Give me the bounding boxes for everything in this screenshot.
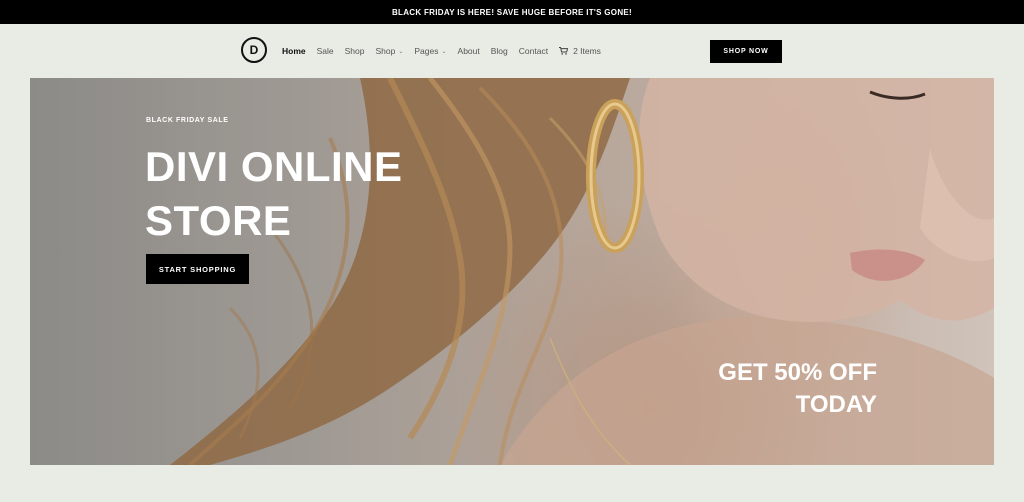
nav-label: Contact: [518, 46, 549, 56]
cart-icon: [559, 47, 569, 55]
nav-label: Shop: [344, 46, 365, 56]
shop-now-button[interactable]: SHOP NOW: [710, 40, 782, 63]
nav-label: Pages: [414, 46, 439, 56]
hero-eyebrow: BLACK FRIDAY SALE: [146, 117, 229, 124]
promo-line-2: TODAY: [795, 391, 877, 418]
hero-title-line-1: DIVI ONLINE: [145, 143, 403, 190]
hero-title: DIVI ONLINE STORE: [145, 140, 465, 248]
hero-banner: BLACK FRIDAY SALE DIVI ONLINE STORE STAR…: [30, 78, 994, 465]
nav-item-pages-dropdown[interactable]: Pages ⌄: [414, 46, 446, 56]
start-shopping-button[interactable]: START SHOPPING: [146, 254, 249, 284]
logo-letter: D: [249, 43, 259, 57]
hero-title-line-2: STORE: [145, 197, 292, 244]
chevron-down-icon: ⌄: [441, 48, 447, 55]
cart-count: 2 Items: [573, 46, 601, 56]
nav-item-blog[interactable]: Blog: [491, 46, 508, 56]
promo-line-1: GET 50% OFF: [718, 359, 877, 386]
nav-label: Blog: [490, 46, 508, 56]
nav-item-sale[interactable]: Sale: [317, 46, 334, 56]
announcement-bar: BLACK FRIDAY IS HERE! SAVE HUGE BEFORE I…: [0, 0, 1024, 24]
nav-item-shop[interactable]: Shop: [345, 46, 365, 56]
nav-label: About: [457, 46, 480, 56]
nav-label: Home: [282, 46, 306, 56]
chevron-down-icon: ⌄: [398, 48, 404, 55]
site-header: D Home Sale Shop Shop ⌄ Pages ⌄ About Blog…: [0, 24, 1024, 78]
nav-item-home[interactable]: Home: [282, 46, 306, 56]
announcement-text: BLACK FRIDAY IS HERE! SAVE HUGE BEFORE I…: [391, 7, 633, 17]
nav-item-contact[interactable]: Contact: [519, 46, 548, 56]
site-logo[interactable]: D: [241, 37, 267, 63]
cart-link[interactable]: 2 Items: [559, 46, 601, 56]
nav-label: Sale: [316, 46, 334, 56]
nav-item-about[interactable]: About: [458, 46, 480, 56]
hero-promo: GET 50% OFF TODAY: [617, 357, 877, 421]
nav-label: Shop: [375, 46, 396, 56]
nav-item-shop-dropdown[interactable]: Shop ⌄: [376, 46, 404, 56]
main-nav: Home Sale Shop Shop ⌄ Pages ⌄ About Blog C…: [282, 44, 601, 58]
